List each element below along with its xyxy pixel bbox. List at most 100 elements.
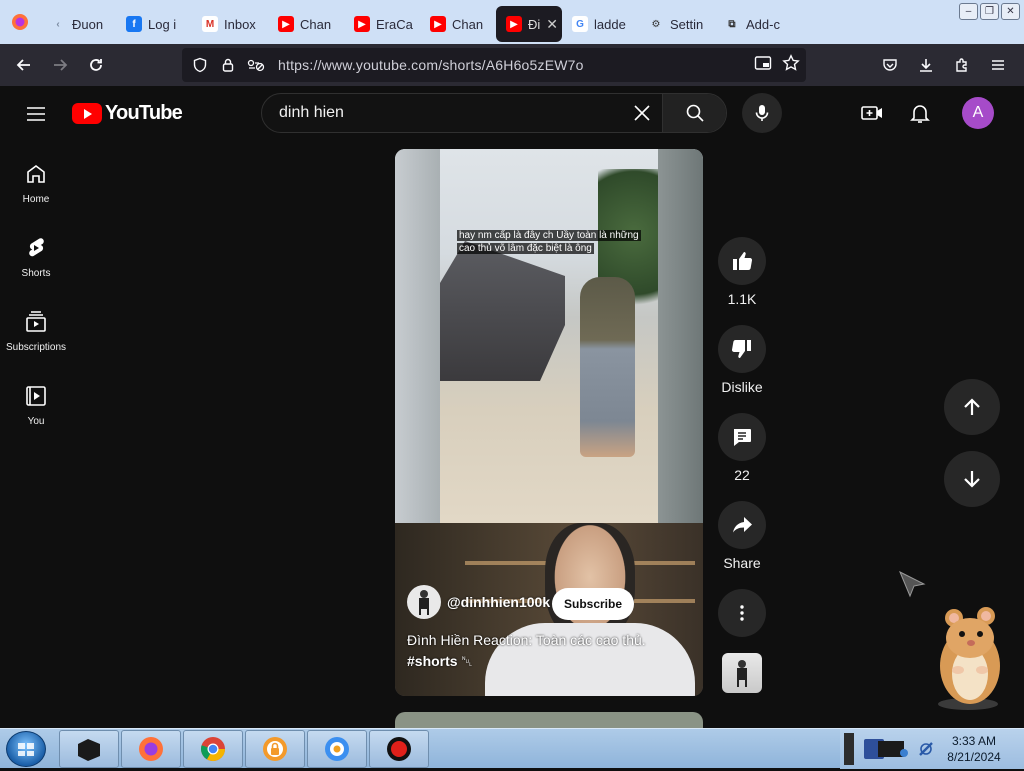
browser-tab-strip: ‹ Đuon f Log i M Inbox ▶ Chan ▶ EraCa ▶ Chan ▶ Đi ✕ Gla… xyxy=(0,0,1024,44)
logo-text: YouTube xyxy=(105,102,183,124)
tab-label: EraCa xyxy=(376,16,413,32)
notifications-bell-icon[interactable] xyxy=(908,101,932,125)
hashtag-link[interactable]: #shorts xyxy=(407,653,458,669)
system-tray: 3:33 AM 8/21/2024 xyxy=(840,729,1024,769)
thumbs-down-icon[interactable] xyxy=(718,325,766,373)
forward-button[interactable] xyxy=(42,47,78,83)
share-label: Share xyxy=(723,555,761,571)
terminal-icon xyxy=(78,739,100,761)
permissions-icon[interactable] xyxy=(242,57,270,73)
more-actions-button[interactable] xyxy=(717,589,767,637)
downloads-icon[interactable] xyxy=(908,47,944,83)
search-input[interactable]: dinh hien xyxy=(279,104,622,122)
clock-time: 3:33 AM xyxy=(951,734,997,748)
search-icon xyxy=(686,104,704,122)
next-short-button[interactable] xyxy=(944,451,1000,507)
address-bar[interactable]: https://www.youtube.com/shorts/A6H6o5zEW… xyxy=(182,48,806,82)
google-icon: G xyxy=(572,16,588,32)
tab-label: Chan xyxy=(452,16,484,32)
browser-tab[interactable]: ▶ EraCa xyxy=(344,6,420,42)
app-menu-icon[interactable] xyxy=(980,47,1016,83)
create-icon[interactable] xyxy=(860,101,884,125)
taskbar-clock[interactable]: 3:33 AM 8/21/2024 xyxy=(940,733,1008,765)
close-window-button[interactable]: ✕ xyxy=(1001,3,1020,20)
browser-tab[interactable]: ▶ Đi ✕ xyxy=(496,6,562,42)
sidebar-item-label: Home xyxy=(22,194,50,205)
youtube-header: YouTube dinh hien A xyxy=(0,86,1024,142)
like-button[interactable]: 1.1K xyxy=(717,237,767,307)
shorts-video-player[interactable]: hay nm cấp là đây ch Uầy toàn là những c… xyxy=(395,149,703,696)
sidebar-item-you[interactable]: You xyxy=(0,364,72,438)
sidebar-item-shorts[interactable]: Shorts xyxy=(0,216,72,290)
youtube-icon: ▶ xyxy=(278,16,294,32)
clear-search-icon[interactable] xyxy=(622,93,662,133)
thumbs-up-icon[interactable] xyxy=(718,237,766,285)
taskbar-app-chrome[interactable] xyxy=(183,730,243,768)
sidebar-item-label: You xyxy=(27,416,45,427)
picture-in-picture-icon[interactable] xyxy=(754,55,772,76)
youtube-logo[interactable]: YouTube xyxy=(72,102,183,125)
reload-button[interactable] xyxy=(78,47,114,83)
lock-icon[interactable] xyxy=(214,57,242,73)
previous-short-button[interactable] xyxy=(944,379,1000,435)
sound-source-thumbnail[interactable] xyxy=(722,653,762,693)
search-button[interactable] xyxy=(662,94,726,132)
sidebar-item-home[interactable]: Home xyxy=(0,142,72,216)
close-tab-icon[interactable]: ✕ xyxy=(546,16,558,33)
maximize-button[interactable]: ❐ xyxy=(980,3,999,20)
hut-image xyxy=(440,241,565,381)
channel-avatar[interactable] xyxy=(407,585,441,619)
account-avatar[interactable]: A xyxy=(962,97,994,129)
browser-tab[interactable]: Gladde xyxy=(562,6,638,42)
extensions-icon[interactable] xyxy=(944,47,980,83)
vpn-lock-icon xyxy=(263,737,287,761)
taskbar-app-terminal[interactable] xyxy=(59,730,119,768)
tab-label: Inbox xyxy=(224,16,256,32)
share-icon[interactable] xyxy=(718,501,766,549)
more-vertical-icon[interactable] xyxy=(718,589,766,637)
voice-search-button[interactable] xyxy=(742,93,782,133)
dislike-button[interactable]: Dislike xyxy=(717,325,767,395)
share-button[interactable]: Share xyxy=(717,501,767,571)
back-button[interactable] xyxy=(6,47,42,83)
browser-tab[interactable]: ▶ Chan xyxy=(268,6,344,42)
start-button[interactable] xyxy=(6,731,46,767)
sidebar-item-subscriptions[interactable]: Subscriptions xyxy=(0,290,72,364)
tray-app-icon[interactable] xyxy=(862,735,910,768)
channel-handle[interactable]: @dinhhien100k xyxy=(447,594,550,610)
gear-icon: ⚙ xyxy=(651,18,661,30)
puzzle-icon: ⧉ xyxy=(728,18,736,30)
comment-count: 22 xyxy=(734,467,750,483)
tray-expand-icon[interactable] xyxy=(844,733,854,765)
comment-icon[interactable] xyxy=(718,413,766,461)
taskbar-app-browser[interactable] xyxy=(307,730,367,768)
browser-tab[interactable]: f Log i xyxy=(116,6,192,42)
url-text: https://www.youtube.com/shorts/A6H6o5zEW… xyxy=(278,57,584,73)
taskbar-app-recorder[interactable] xyxy=(369,730,429,768)
taskbar-app-firefox[interactable] xyxy=(121,730,181,768)
browser-tab[interactable]: M Inbox xyxy=(192,6,268,42)
firefox-menu-icon[interactable] xyxy=(0,0,40,44)
minimize-button[interactable]: – xyxy=(959,3,978,20)
taskbar-app-vpn[interactable] xyxy=(245,730,305,768)
browser-tab[interactable]: ⚙ Settin xyxy=(638,6,714,42)
shield-icon[interactable] xyxy=(186,57,214,73)
guide-menu-icon[interactable] xyxy=(24,102,48,126)
bookmark-star-icon[interactable] xyxy=(782,53,800,77)
running-person-image xyxy=(580,277,635,457)
sidebar-item-label: Shorts xyxy=(21,268,51,279)
youtube-icon: ▶ xyxy=(354,16,370,32)
arrow-up-icon xyxy=(964,398,980,415)
video-title[interactable]: Đình Hiền Reaction: Toàn các cao thủ. #s… xyxy=(407,630,687,672)
pocket-icon[interactable] xyxy=(872,47,908,83)
channel-info[interactable]: @dinhhien100k xyxy=(407,585,550,619)
comments-button[interactable]: 22 xyxy=(717,413,767,483)
network-icon[interactable] xyxy=(916,739,936,764)
browser-tab[interactable]: ▶ Chan xyxy=(420,6,496,42)
subscribe-button[interactable]: Subscribe xyxy=(552,588,635,620)
tab-label: ladde xyxy=(594,16,626,32)
browser-tab[interactable]: ⧉ Add-c xyxy=(714,6,790,42)
home-icon xyxy=(27,165,45,183)
sidebar-item-label: Subscriptions xyxy=(5,342,67,353)
browser-tab[interactable]: ‹ Đuon xyxy=(40,6,116,42)
